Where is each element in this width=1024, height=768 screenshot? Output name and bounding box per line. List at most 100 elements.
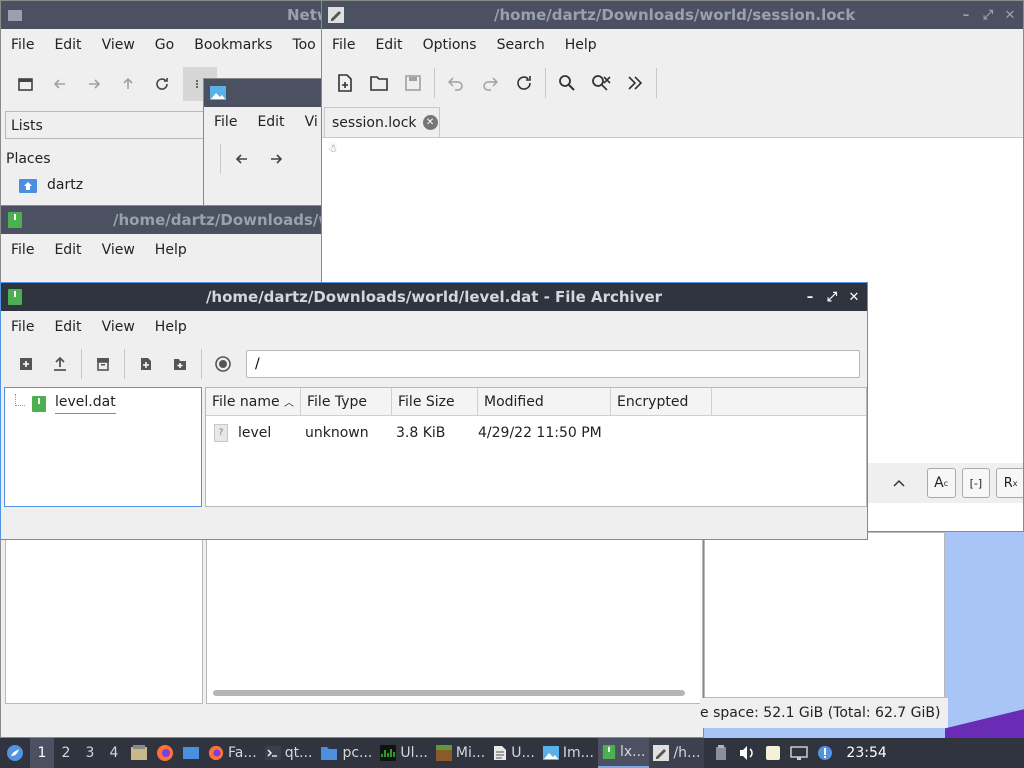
task-document[interactable]: U... — [489, 738, 539, 768]
forward-arrow-icon[interactable] — [259, 142, 293, 176]
menu-edit[interactable]: Edit — [44, 242, 91, 258]
status-bar: e space: 52.1 GiB (Total: 62.7 GiB) — [700, 698, 948, 728]
places-item-home[interactable]: dartz — [19, 177, 83, 193]
menu-search[interactable]: Search — [487, 37, 555, 53]
desktop-launcher-icon[interactable] — [178, 738, 204, 768]
column-header-name[interactable]: File name ︿ — [206, 388, 301, 415]
editor-tab[interactable]: session.lock ✕ — [324, 107, 440, 137]
row-modified: 4/29/22 11:50 PM — [478, 425, 602, 441]
task-text-editor[interactable]: /h... — [649, 738, 705, 768]
reload-icon[interactable] — [507, 66, 541, 100]
find-replace-icon[interactable] — [584, 66, 618, 100]
menu-edit[interactable]: Edit — [365, 37, 412, 53]
file-archiver-titlebar[interactable]: /home/dartz/Downloads/world/level.dat - … — [1, 283, 867, 311]
menu-tools[interactable]: Too — [282, 37, 321, 53]
file-manager-launcher-icon[interactable] — [126, 738, 152, 768]
save-icon[interactable] — [396, 66, 430, 100]
workspace-4[interactable]: 4 — [102, 738, 126, 768]
menu-help[interactable]: Help — [555, 37, 607, 53]
menu-file[interactable]: File — [322, 37, 365, 53]
column-header-type[interactable]: File Type — [301, 388, 392, 415]
search-icon[interactable] — [550, 66, 584, 100]
open-folder-icon[interactable] — [362, 66, 396, 100]
location-input[interactable] — [246, 350, 860, 378]
task-terminal[interactable]: qt... — [261, 738, 317, 768]
column-header-size[interactable]: File Size — [392, 388, 478, 415]
close-icon[interactable]: ✕ — [1003, 8, 1017, 23]
toolbar-separator — [81, 349, 82, 379]
maximize-icon[interactable]: ⤢ — [825, 290, 839, 305]
menu-file[interactable]: File — [1, 319, 44, 335]
search-previous-icon[interactable] — [886, 469, 913, 497]
extract-icon[interactable] — [43, 347, 77, 381]
menu-edit[interactable]: Edit — [44, 37, 91, 53]
menu-file[interactable]: File — [1, 37, 44, 53]
menu-go[interactable]: Go — [145, 37, 184, 53]
menu-edit[interactable]: Edit — [247, 114, 294, 130]
volume-icon[interactable] — [734, 738, 760, 768]
unknown-file-icon: ? — [214, 424, 228, 442]
new-archive-icon[interactable] — [9, 347, 43, 381]
maximize-icon[interactable]: ⤢ — [981, 8, 995, 23]
add-file-icon[interactable] — [129, 347, 163, 381]
text-editor-titlebar[interactable]: /home/dartz/Downloads/world/session.lock… — [322, 1, 1023, 29]
workspace-3[interactable]: 3 — [78, 738, 102, 768]
start-menu-icon[interactable] — [0, 738, 30, 768]
task-system-monitor[interactable]: Ul... — [376, 738, 432, 768]
task-firefox[interactable]: Fa... — [204, 738, 261, 768]
clipboard-tray-icon[interactable] — [708, 738, 734, 768]
menu-bookmarks[interactable]: Bookmarks — [184, 37, 282, 53]
menu-edit[interactable]: Edit — [44, 319, 91, 335]
menu-options[interactable]: Options — [413, 37, 487, 53]
menu-view[interactable]: View — [92, 242, 145, 258]
menu-file[interactable]: File — [1, 242, 44, 258]
task-minecraft[interactable]: Mi... — [432, 738, 489, 768]
match-case-icon[interactable]: Ac — [926, 468, 956, 498]
image-viewer-titlebar[interactable] — [204, 79, 322, 107]
column-header-encrypted[interactable]: Encrypted — [611, 388, 712, 415]
redo-icon[interactable] — [473, 66, 507, 100]
places-item-label: dartz — [47, 177, 84, 193]
menu-view[interactable]: Vi — [295, 114, 322, 130]
whole-word-icon[interactable]: [-] — [961, 468, 991, 498]
reload-icon[interactable] — [145, 67, 179, 101]
task-archiver[interactable]: lx... — [597, 738, 650, 768]
column-header-modified[interactable]: Modified — [478, 388, 611, 415]
firefox-launcher-icon[interactable] — [152, 738, 178, 768]
file-manager-titlebar[interactable]: Netw — [1, 1, 321, 29]
new-tab-icon[interactable] — [9, 67, 43, 101]
update-notification-icon[interactable] — [812, 738, 838, 768]
notes-tray-icon[interactable] — [760, 738, 786, 768]
clock[interactable]: 23:54 — [846, 745, 886, 761]
menu-file[interactable]: File — [204, 114, 247, 130]
task-image-viewer[interactable]: Im... — [539, 738, 598, 768]
add-folder-icon[interactable] — [163, 347, 197, 381]
side-pane-tab[interactable]: Lists — [5, 111, 205, 139]
more-chevrons-icon[interactable] — [618, 66, 652, 100]
network-icon[interactable] — [786, 738, 812, 768]
menu-help[interactable]: Help — [145, 319, 197, 335]
new-file-icon[interactable] — [328, 66, 362, 100]
stop-icon[interactable] — [206, 347, 240, 381]
minimize-icon[interactable]: – — [959, 8, 973, 23]
task-file-manager[interactable]: pc... — [316, 738, 376, 768]
archive-box-icon[interactable] — [86, 347, 120, 381]
up-arrow-icon[interactable] — [111, 67, 145, 101]
tree-item-archive[interactable]: level.dat — [31, 394, 116, 414]
close-icon[interactable]: ✕ — [847, 290, 861, 305]
regex-icon[interactable]: Rx — [996, 468, 1023, 498]
forward-arrow-icon[interactable] — [77, 67, 111, 101]
desktop-decoration — [945, 709, 1024, 738]
undo-icon[interactable] — [439, 66, 473, 100]
workspace-2[interactable]: 2 — [54, 738, 78, 768]
horizontal-scrollbar[interactable] — [213, 690, 685, 696]
menu-view[interactable]: View — [92, 37, 145, 53]
back-arrow-icon[interactable] — [43, 67, 77, 101]
minimize-icon[interactable]: – — [803, 290, 817, 305]
menu-help[interactable]: Help — [145, 242, 197, 258]
back-arrow-icon[interactable] — [225, 142, 259, 176]
table-row[interactable]: ? level unknown 3.8 KiB 4/29/22 11:50 PM — [206, 416, 866, 450]
menu-view[interactable]: View — [92, 319, 145, 335]
workspace-1[interactable]: 1 — [30, 738, 54, 768]
tab-close-icon[interactable]: ✕ — [422, 115, 438, 130]
